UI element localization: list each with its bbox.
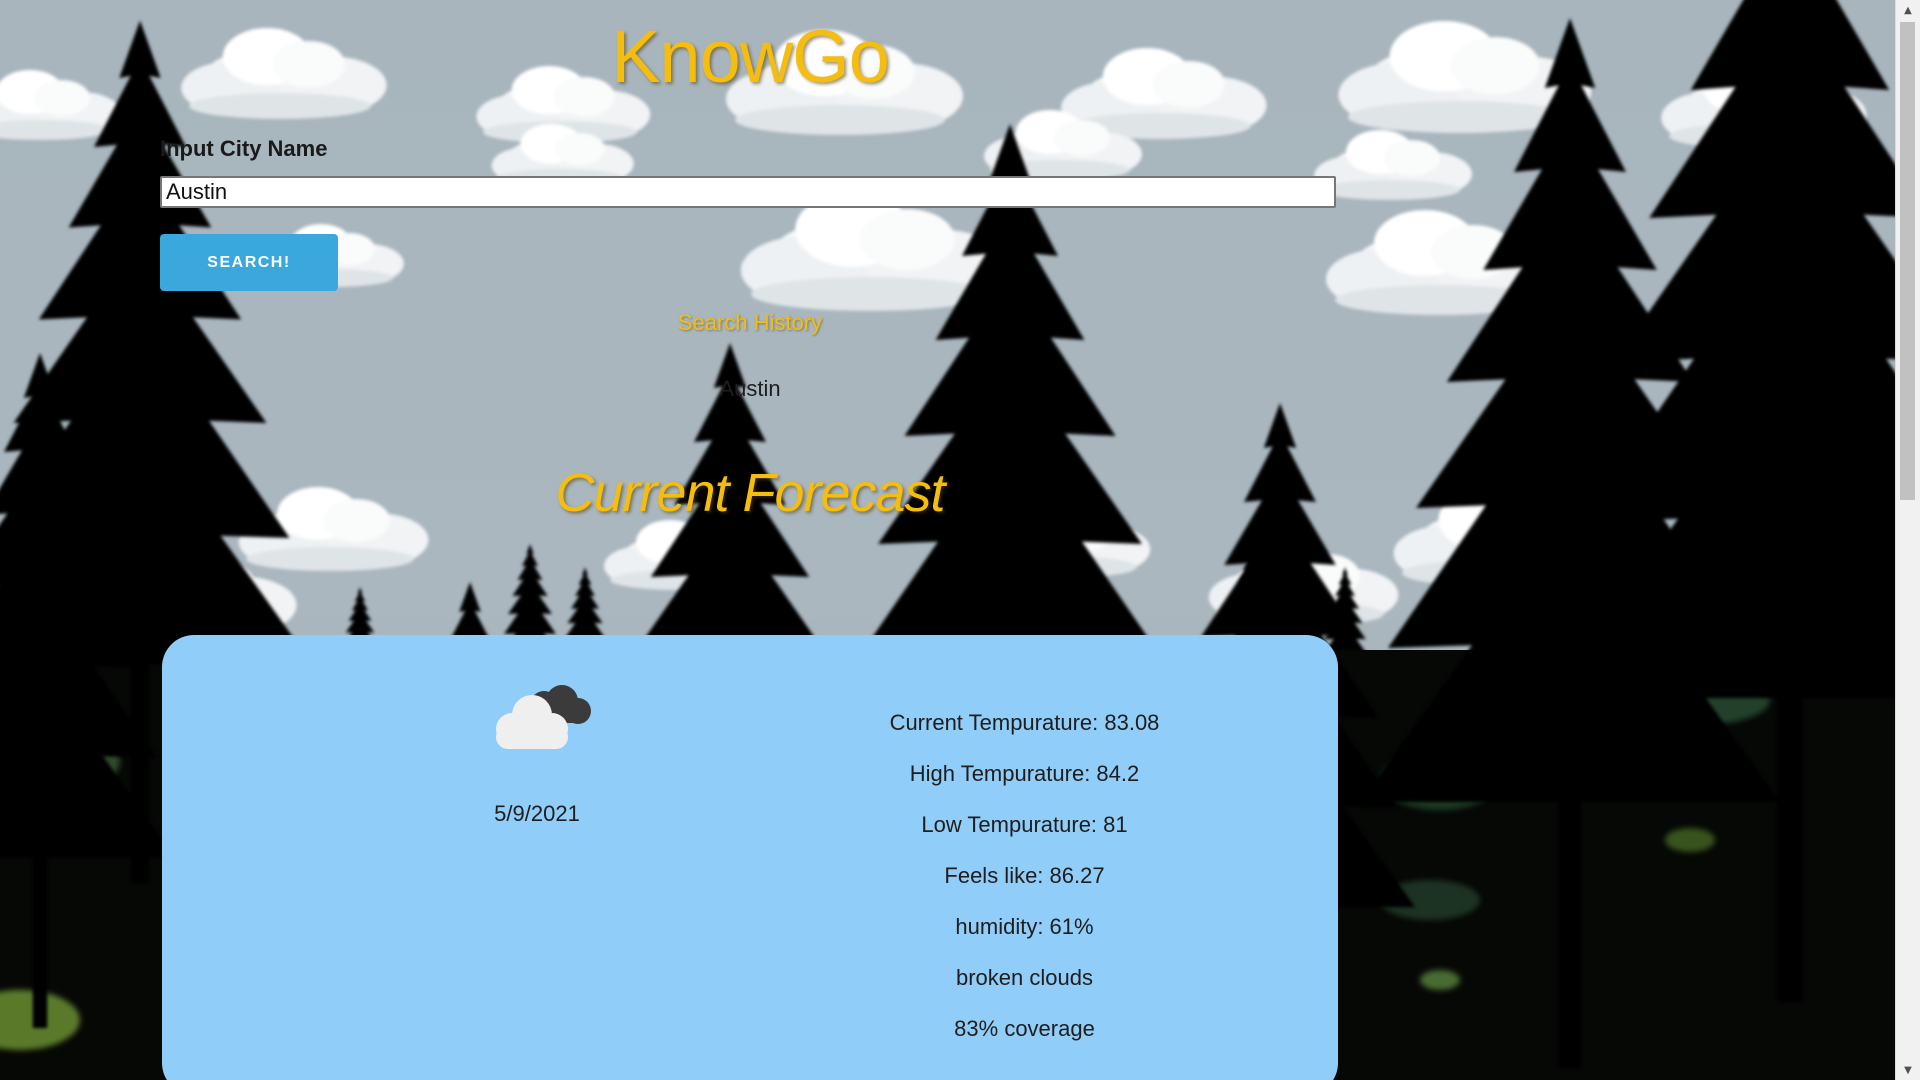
forecast-date: 5/9/2021 bbox=[494, 801, 580, 826]
forecast-card: 5/9/2021 Current Tempurature: 83.08 High… bbox=[162, 635, 1338, 1080]
humidity: humidity: 61% bbox=[955, 914, 1094, 939]
current-forecast-heading: Current Forecast bbox=[555, 463, 945, 523]
city-input-label: Input City Name bbox=[160, 136, 328, 161]
city-search-input[interactable] bbox=[160, 176, 1336, 208]
forecast-stats: Current Tempurature: 83.08 High Tempurat… bbox=[762, 711, 1287, 1068]
scrollbar-thumb[interactable] bbox=[1900, 22, 1915, 500]
broken-clouds-icon bbox=[496, 685, 591, 749]
scroll-up-arrow-icon[interactable]: ▲ bbox=[1896, 0, 1920, 20]
current-temperature: Current Tempurature: 83.08 bbox=[889, 710, 1160, 735]
weather-description: broken clouds bbox=[956, 965, 1093, 990]
search-button[interactable]: SEARCH! bbox=[160, 234, 338, 291]
high-temperature: High Tempurature: 84.2 bbox=[909, 761, 1140, 786]
search-history-title: Search History bbox=[677, 310, 823, 335]
low-temperature: Low Tempurature: 81 bbox=[921, 812, 1128, 837]
page-scrollbar[interactable]: ▲ ▼ bbox=[1895, 0, 1920, 1080]
cloud-coverage: 83% coverage bbox=[954, 1016, 1095, 1041]
search-history-item[interactable]: Austin bbox=[0, 376, 1500, 402]
feels-like: Feels like: 86.27 bbox=[944, 863, 1105, 888]
scroll-down-arrow-icon[interactable]: ▼ bbox=[1896, 1060, 1920, 1080]
app-title: KnowGo bbox=[611, 15, 890, 98]
